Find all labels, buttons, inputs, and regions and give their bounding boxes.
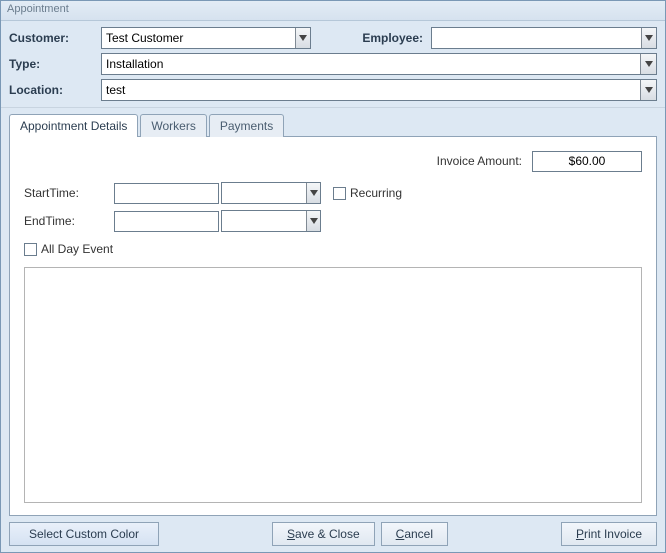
chevron-down-icon[interactable] <box>295 28 310 48</box>
type-combo[interactable] <box>101 53 657 75</box>
footer-bar: Select Custom Color Save & Close Cancel … <box>1 516 665 552</box>
tab-workers[interactable]: Workers <box>140 114 206 137</box>
form-header: Customer: Employee: Type: Location: <box>1 21 665 108</box>
notes-textarea[interactable] <box>24 267 642 503</box>
employee-input[interactable] <box>432 28 641 48</box>
tab-panel-details: Invoice Amount: StartTime: Recurring End… <box>9 136 657 516</box>
allday-label: All Day Event <box>41 242 113 256</box>
tab-strip: Appointment Details Workers Payments <box>9 114 657 137</box>
tab-payments[interactable]: Payments <box>209 114 284 137</box>
type-label: Type: <box>9 57 101 71</box>
window-title: Appointment <box>1 1 665 21</box>
location-combo[interactable] <box>101 79 657 101</box>
end-time-combo[interactable] <box>221 210 321 232</box>
invoice-amount-field[interactable] <box>532 151 642 172</box>
print-invoice-button[interactable]: Print Invoice <box>561 522 657 546</box>
chevron-down-icon[interactable] <box>306 183 320 203</box>
customer-combo[interactable] <box>101 27 311 49</box>
end-time-input[interactable] <box>222 211 306 231</box>
appointment-window: Appointment Customer: Employee: Type: Lo… <box>0 0 666 553</box>
chevron-down-icon[interactable] <box>640 54 656 74</box>
save-close-button[interactable]: Save & Close <box>272 522 375 546</box>
start-time-input[interactable] <box>222 183 306 203</box>
customer-label: Customer: <box>9 31 101 45</box>
type-input[interactable] <box>102 54 640 74</box>
chevron-down-icon[interactable] <box>640 80 656 100</box>
start-time-label: StartTime: <box>24 186 114 200</box>
recurring-checkbox[interactable] <box>333 187 346 200</box>
start-date-field[interactable] <box>114 183 219 204</box>
location-label: Location: <box>9 83 101 97</box>
recurring-label: Recurring <box>350 186 402 200</box>
chevron-down-icon[interactable] <box>306 211 320 231</box>
start-time-combo[interactable] <box>221 182 321 204</box>
invoice-amount-label: Invoice Amount: <box>402 154 532 168</box>
allday-checkbox[interactable] <box>24 243 37 256</box>
end-date-field[interactable] <box>114 211 219 232</box>
tab-area: Appointment Details Workers Payments Inv… <box>1 108 665 516</box>
employee-combo[interactable] <box>431 27 657 49</box>
tab-appointment-details[interactable]: Appointment Details <box>9 114 138 137</box>
customer-input[interactable] <box>102 28 295 48</box>
end-time-label: EndTime: <box>24 214 114 228</box>
select-custom-color-button[interactable]: Select Custom Color <box>9 522 159 546</box>
location-input[interactable] <box>102 80 640 100</box>
employee-label: Employee: <box>341 31 431 45</box>
cancel-button[interactable]: Cancel <box>381 522 448 546</box>
chevron-down-icon[interactable] <box>641 28 656 48</box>
